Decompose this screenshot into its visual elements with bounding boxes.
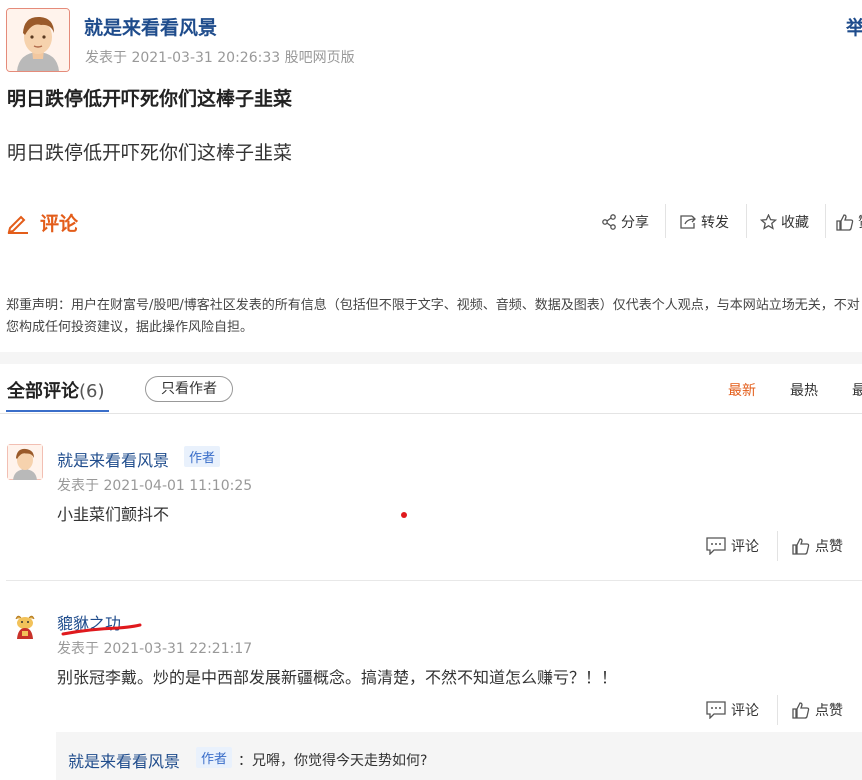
comment-avatar[interactable] <box>9 611 45 647</box>
comment-text: 别张冠李戴。炒的是中西部发展新疆概念。搞清楚，不然不知道怎么赚亏？！！ <box>57 668 618 687</box>
section-separator <box>0 352 862 364</box>
like-label: 赞 <box>858 212 862 232</box>
share-button[interactable]: 分享 <box>601 212 649 232</box>
active-tab-indicator <box>6 410 109 412</box>
comment-count: (6) <box>79 381 105 402</box>
post-author-name[interactable]: 就是来看看风景 <box>84 13 217 40</box>
forward-button[interactable]: 转发 <box>679 212 729 232</box>
red-underline-annotation <box>61 623 142 636</box>
comment-author-name[interactable]: 就是来看看风景 <box>57 447 169 471</box>
comment-reply-button[interactable]: 评论 <box>706 700 759 720</box>
comment-like-label: 点赞 <box>815 703 843 719</box>
post-meta: 发表于 2021-03-31 20:26:33 股吧网页版 <box>85 50 355 66</box>
action-divider <box>746 204 747 238</box>
comment-divider <box>6 580 862 581</box>
reply-text: ：兄嘚，你觉得今天走势如何? <box>238 753 428 769</box>
annotation-dot <box>401 512 407 518</box>
pencil-icon <box>7 215 28 234</box>
comment-heading-label: 评论 <box>40 212 79 235</box>
comment-reply-button[interactable]: 评论 <box>706 536 759 556</box>
star-icon <box>760 214 777 230</box>
author-badge: 作者 <box>184 446 221 467</box>
action-divider <box>777 531 778 561</box>
action-divider <box>777 695 778 725</box>
tabs-divider <box>0 413 862 414</box>
sort-hottest[interactable]: 最热 <box>790 380 818 400</box>
favorite-label: 收藏 <box>781 215 809 231</box>
post-body: 明日跌停低开吓死你们这棒子韭菜 <box>7 142 293 164</box>
chat-bubble-icon <box>706 701 726 719</box>
action-divider <box>825 204 826 238</box>
forward-icon <box>680 215 696 229</box>
sort-earliest[interactable]: 最早 <box>852 380 862 400</box>
comment-meta: 发表于 2021-03-31 22:21:17 <box>57 641 253 657</box>
comment-like-button[interactable]: 点赞 <box>792 536 843 556</box>
report-link[interactable]: 举 <box>846 13 862 40</box>
like-button[interactable]: 赞 <box>836 212 862 232</box>
thumbs-up-icon <box>792 538 810 555</box>
comment-reply-label: 评论 <box>731 703 759 719</box>
share-label: 分享 <box>621 215 649 231</box>
chat-bubble-icon <box>706 537 726 555</box>
author-only-button[interactable]: 只看作者 <box>145 376 233 402</box>
avatar-portrait-icon <box>7 444 43 480</box>
comment-like-button[interactable]: 点赞 <box>792 700 843 720</box>
comment-avatar[interactable] <box>7 444 43 480</box>
post-title: 明日跌停低开吓死你们这棒子韭菜 <box>7 88 293 110</box>
favorite-button[interactable]: 收藏 <box>760 212 809 232</box>
author-avatar[interactable] <box>6 8 70 72</box>
comment-like-label: 点赞 <box>815 539 843 555</box>
comment-heading[interactable]: 评论 <box>6 207 78 237</box>
avatar-portrait-icon <box>7 9 69 71</box>
thumbs-up-icon <box>792 702 810 719</box>
reply-author-name[interactable]: 就是来看看风景 <box>68 748 180 772</box>
mascot-avatar-icon <box>9 611 41 643</box>
share-icon <box>602 214 616 230</box>
author-badge: 作者 <box>196 747 233 768</box>
thumbs-up-icon <box>836 214 854 231</box>
forward-label: 转发 <box>701 215 729 231</box>
comment-meta: 发表于 2021-04-01 11:10:25 <box>57 478 253 494</box>
comment-reply-label: 评论 <box>731 539 759 555</box>
tab-all-comments[interactable]: 全部评论(6) <box>7 377 105 403</box>
tab-all-comments-label: 全部评论 <box>7 381 79 402</box>
sort-newest[interactable]: 最新 <box>728 380 756 400</box>
action-divider <box>665 204 666 238</box>
disclaimer: 郑重声明：用户在财富号/股吧/博客社区发表的所有信息（包括但不限于文字、视频、音… <box>6 298 860 335</box>
comment-text: 小韭菜们颤抖不 <box>57 505 170 524</box>
